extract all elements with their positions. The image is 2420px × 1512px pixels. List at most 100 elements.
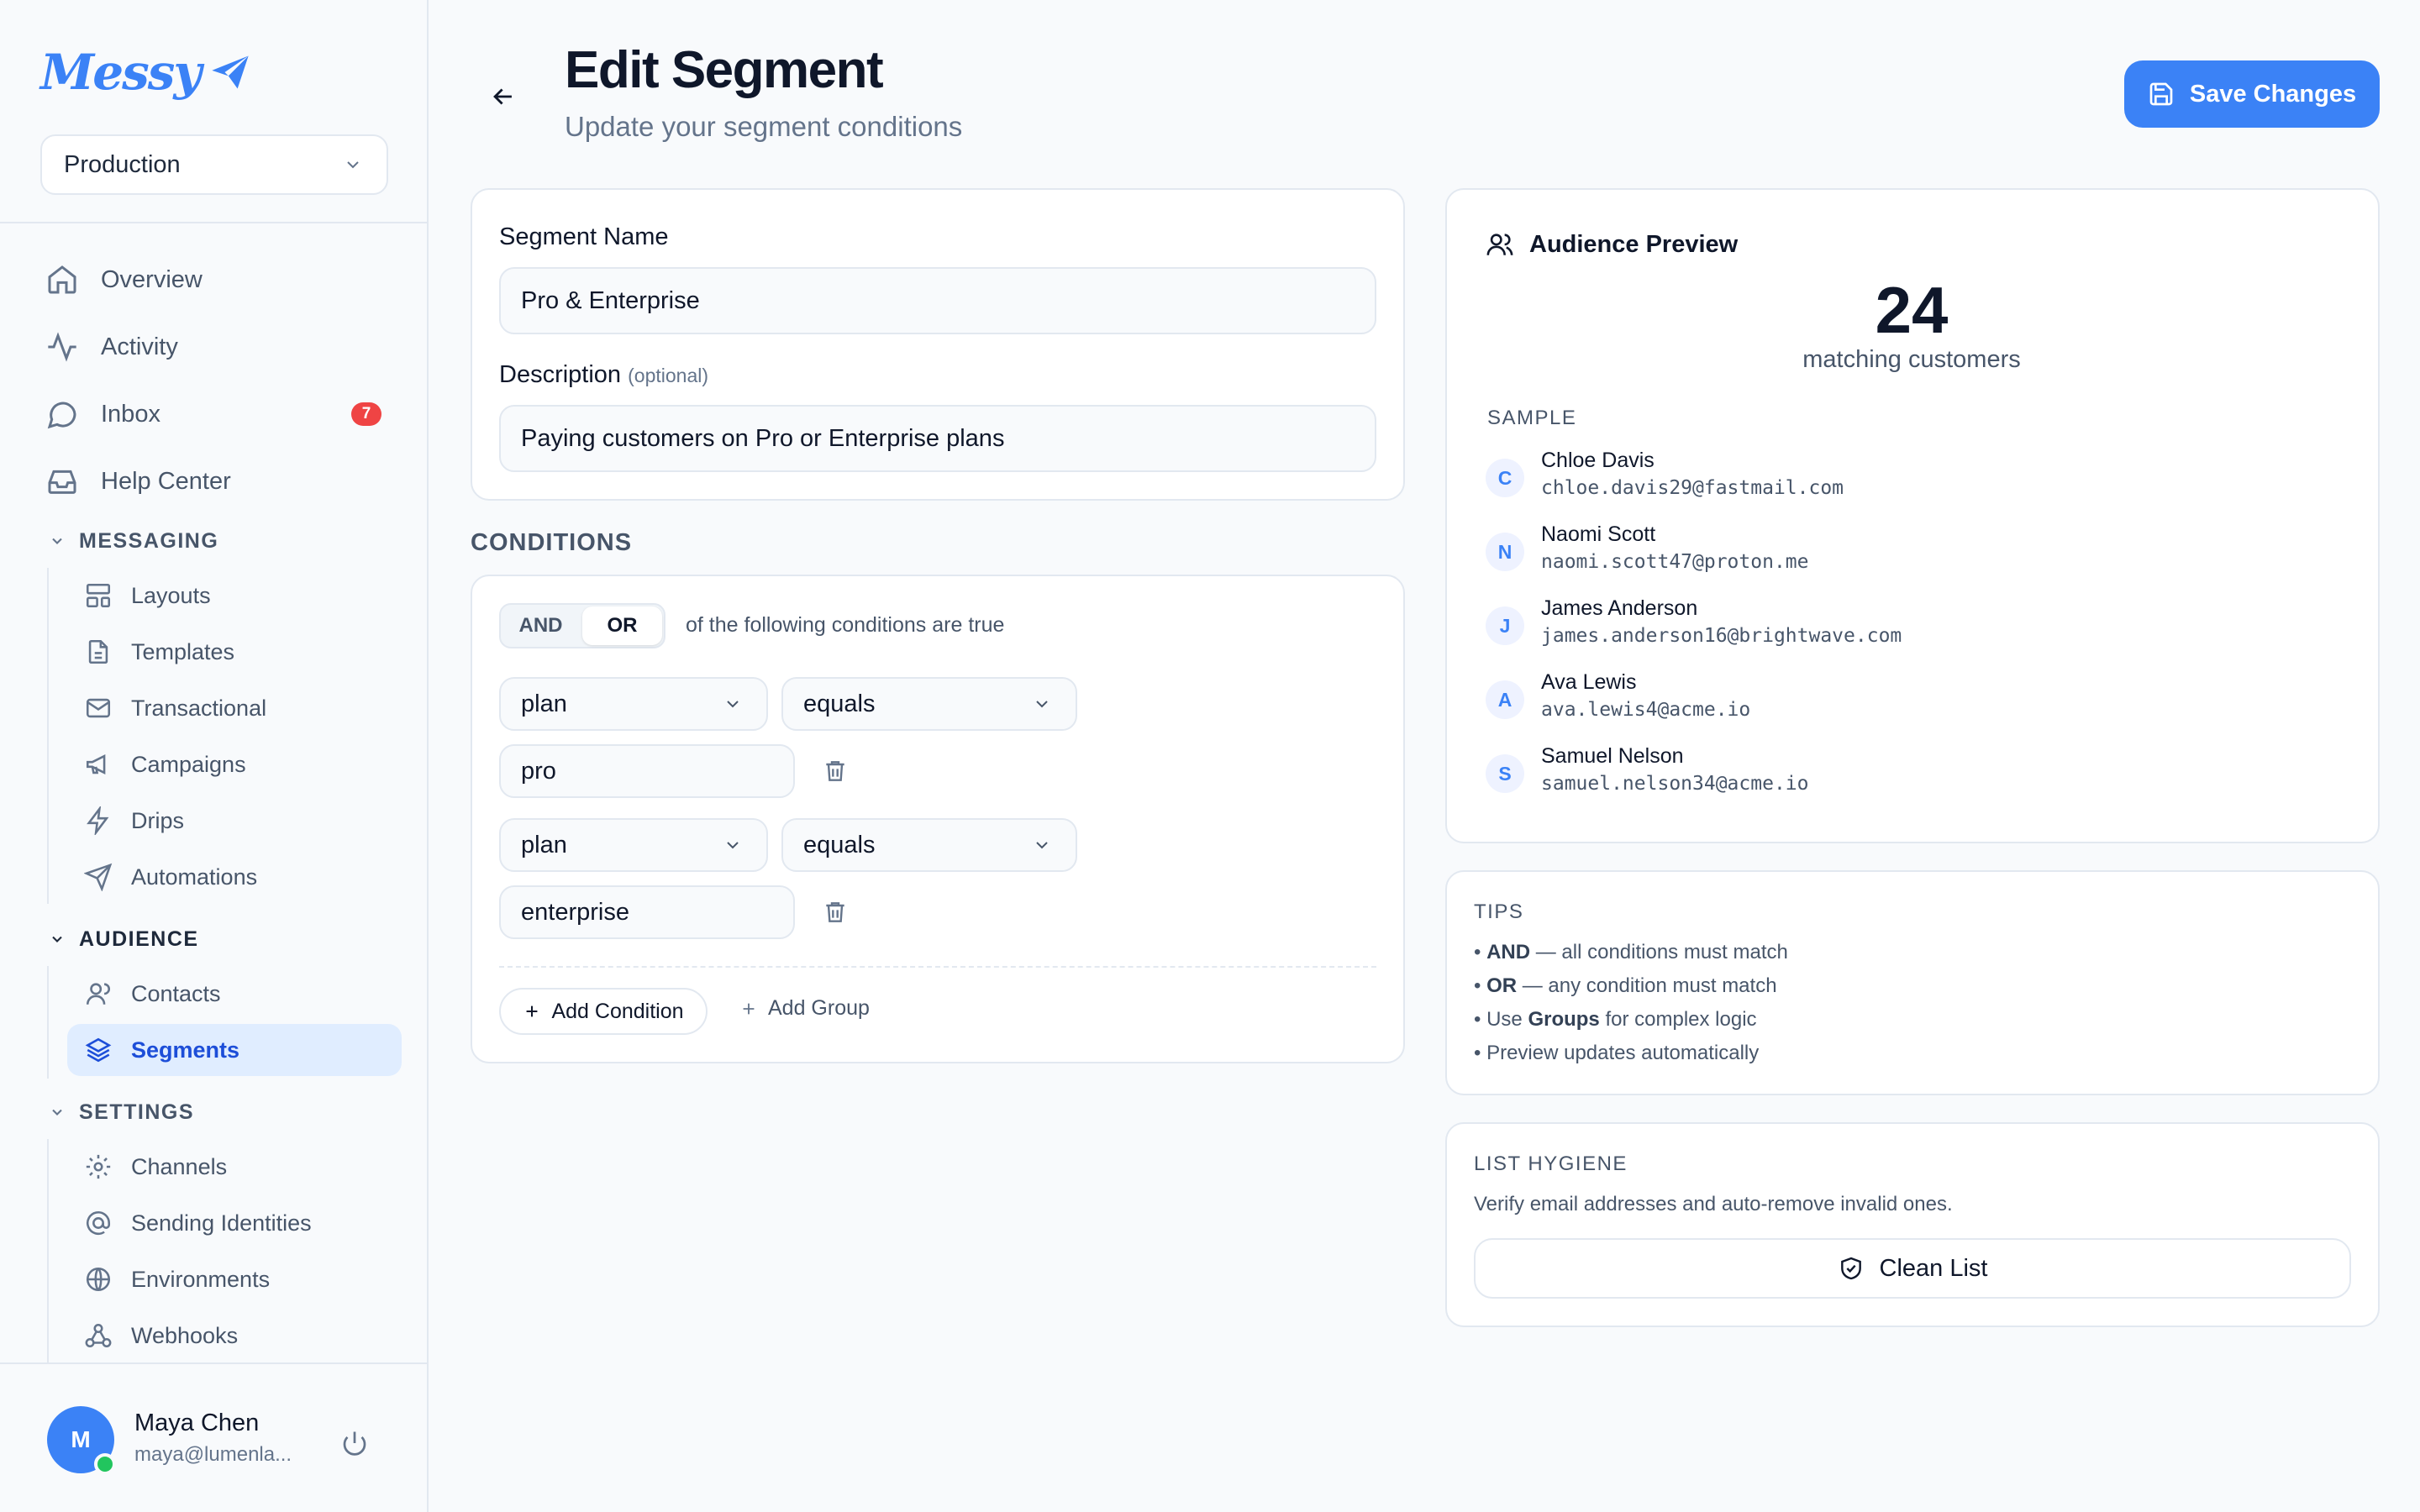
nav-item-overview[interactable]: Overview <box>45 256 390 303</box>
nav-item-activity[interactable]: Activity <box>45 323 390 370</box>
conditions-heading: CONDITIONS <box>471 529 633 556</box>
logo-text: Messy <box>40 44 202 101</box>
paper-plane-icon <box>212 55 249 89</box>
sidebar: Messy Production Overview Activity Inbox… <box>0 0 429 1512</box>
condition-field-select[interactable]: plan <box>499 818 768 872</box>
customer-name: James Anderson <box>1541 596 1698 620</box>
sidebar-item-segments[interactable]: Segments <box>67 1024 402 1076</box>
segment-name-value: Pro & Enterprise <box>521 286 700 314</box>
file-text-icon <box>88 639 108 664</box>
chevron-down-icon <box>1036 701 1048 708</box>
section-settings[interactable]: SETTINGS <box>49 1095 194 1129</box>
customer-name: Chloe Davis <box>1541 449 1655 472</box>
sidebar-item-layouts[interactable]: Layouts <box>67 570 402 622</box>
page-subtitle: Update your segment conditions <box>565 111 963 142</box>
sidebar-item-sending-identities[interactable]: Sending Identities <box>67 1197 402 1249</box>
matching-count-label: matching customers <box>1802 346 2021 373</box>
customer-name: Naomi Scott <box>1541 522 1656 546</box>
description-value: Paying customers on Pro or Enterprise pl… <box>521 424 1005 452</box>
logic-toggle: AND OR <box>499 603 666 648</box>
lightning-icon <box>87 806 109 835</box>
customer-initial: S <box>1486 754 1524 793</box>
condition-value: enterprise <box>521 898 629 926</box>
sidebar-item-campaigns[interactable]: Campaigns <box>67 738 402 790</box>
section-title: SETTINGS <box>79 1100 195 1124</box>
add-condition-label: Add Condition <box>551 999 684 1023</box>
sidebar-item-drips[interactable]: Drips <box>67 795 402 847</box>
add-group-label: Add Group <box>768 996 870 1020</box>
nav-label: Inbox <box>101 400 160 428</box>
sidebar-item-transactional[interactable]: Transactional <box>67 682 402 734</box>
add-condition-button[interactable]: Add Condition <box>499 988 708 1035</box>
sidebar-item-webhooks[interactable]: Webhooks <box>67 1310 402 1362</box>
logic-note: of the following conditions are true <box>686 613 1005 637</box>
tip-text: — any condition must match <box>1517 974 1777 997</box>
description-label: Description (optional) <box>499 361 708 389</box>
chevron-down-icon <box>52 936 62 942</box>
sidebar-item-automations[interactable]: Automations <box>67 851 402 903</box>
audience-preview-title: Audience Preview <box>1486 230 1738 259</box>
description-input[interactable]: Paying customers on Pro or Enterprise pl… <box>499 405 1376 472</box>
add-group-button[interactable]: Add Group <box>739 996 870 1021</box>
condition-value-input[interactable]: pro <box>499 744 795 798</box>
tip-pre: Use <box>1486 1008 1528 1031</box>
tip-item: • OR — any condition must match <box>1474 974 1777 997</box>
nav-label: Overview <box>101 265 203 293</box>
back-arrow-icon[interactable] <box>489 82 518 111</box>
app-logo[interactable]: Messy <box>40 44 254 101</box>
sample-customer: C Chloe Davis chloe.davis29@fastmail.com <box>1486 449 2326 507</box>
tree-line <box>47 568 49 904</box>
sidebar-item-label: Drips <box>131 807 185 833</box>
power-icon[interactable] <box>339 1428 370 1458</box>
condition-field-select[interactable]: plan <box>499 677 768 731</box>
online-status-dot <box>94 1453 116 1475</box>
matching-count: 24 <box>1875 273 1949 347</box>
sidebar-item-channels[interactable]: Channels <box>67 1141 402 1193</box>
sidebar-item-environments[interactable]: Environments <box>67 1253 402 1305</box>
sidebar-item-templates[interactable]: Templates <box>67 626 402 678</box>
inbox-badge: 7 <box>351 402 381 426</box>
customer-name: Samuel Nelson <box>1541 744 1684 768</box>
nav-item-help-center[interactable]: Help Center <box>45 458 390 505</box>
activity-icon <box>48 332 76 362</box>
chevron-down-icon <box>1036 842 1048 849</box>
condition-operator-select[interactable]: equals <box>781 818 1077 872</box>
nav-item-inbox[interactable]: Inbox 7 <box>45 391 390 438</box>
user-name: Maya Chen <box>134 1410 260 1436</box>
send-icon <box>84 863 113 891</box>
sample-customer: N Naomi Scott naomi.scott47@proton.me <box>1486 522 2326 581</box>
sample-customer: J James Anderson james.anderson16@bright… <box>1486 596 2326 655</box>
trash-icon[interactable] <box>822 899 849 926</box>
mail-icon <box>86 698 111 718</box>
condition-operator-value: equals <box>803 831 876 858</box>
segment-name-input[interactable]: Pro & Enterprise <box>499 267 1376 334</box>
customer-email: james.anderson16@brightwave.com <box>1541 625 1902 647</box>
tip-item: • Preview updates automatically <box>1474 1042 1760 1064</box>
clean-list-label: Clean List <box>1879 1254 1988 1282</box>
clean-list-button[interactable]: Clean List <box>1474 1238 2351 1299</box>
sidebar-item-label: Contacts <box>131 980 221 1006</box>
list-hygiene-description: Verify email addresses and auto-remove i… <box>1474 1193 1953 1215</box>
sidebar-item-label: Environments <box>131 1266 271 1292</box>
condition-operator-value: equals <box>803 690 876 717</box>
trash-icon[interactable] <box>822 758 849 785</box>
tip-item: • Use Groups for complex logic <box>1474 1008 1757 1031</box>
environment-select[interactable]: Production <box>40 134 388 195</box>
logic-or-option[interactable]: OR <box>582 606 662 645</box>
sidebar-item-label: Templates <box>131 638 235 664</box>
section-audience[interactable]: AUDIENCE <box>49 922 199 956</box>
audience-preview-label: Audience Preview <box>1529 230 1739 258</box>
sidebar-item-label: Automations <box>131 864 258 890</box>
nav-label: Help Center <box>101 467 231 495</box>
section-messaging[interactable]: MESSAGING <box>49 524 218 558</box>
logic-and-option[interactable]: AND <box>501 605 581 647</box>
condition-field-value: plan <box>521 690 567 717</box>
sidebar-item-contacts[interactable]: Contacts <box>67 968 402 1020</box>
condition-value-input[interactable]: enterprise <box>499 885 795 939</box>
sidebar-divider <box>0 222 429 223</box>
environment-value: Production <box>64 150 181 178</box>
save-changes-button[interactable]: Save Changes <box>2124 60 2380 128</box>
condition-operator-select[interactable]: equals <box>781 677 1077 731</box>
section-title: AUDIENCE <box>79 927 199 951</box>
plus-icon <box>743 1003 755 1014</box>
